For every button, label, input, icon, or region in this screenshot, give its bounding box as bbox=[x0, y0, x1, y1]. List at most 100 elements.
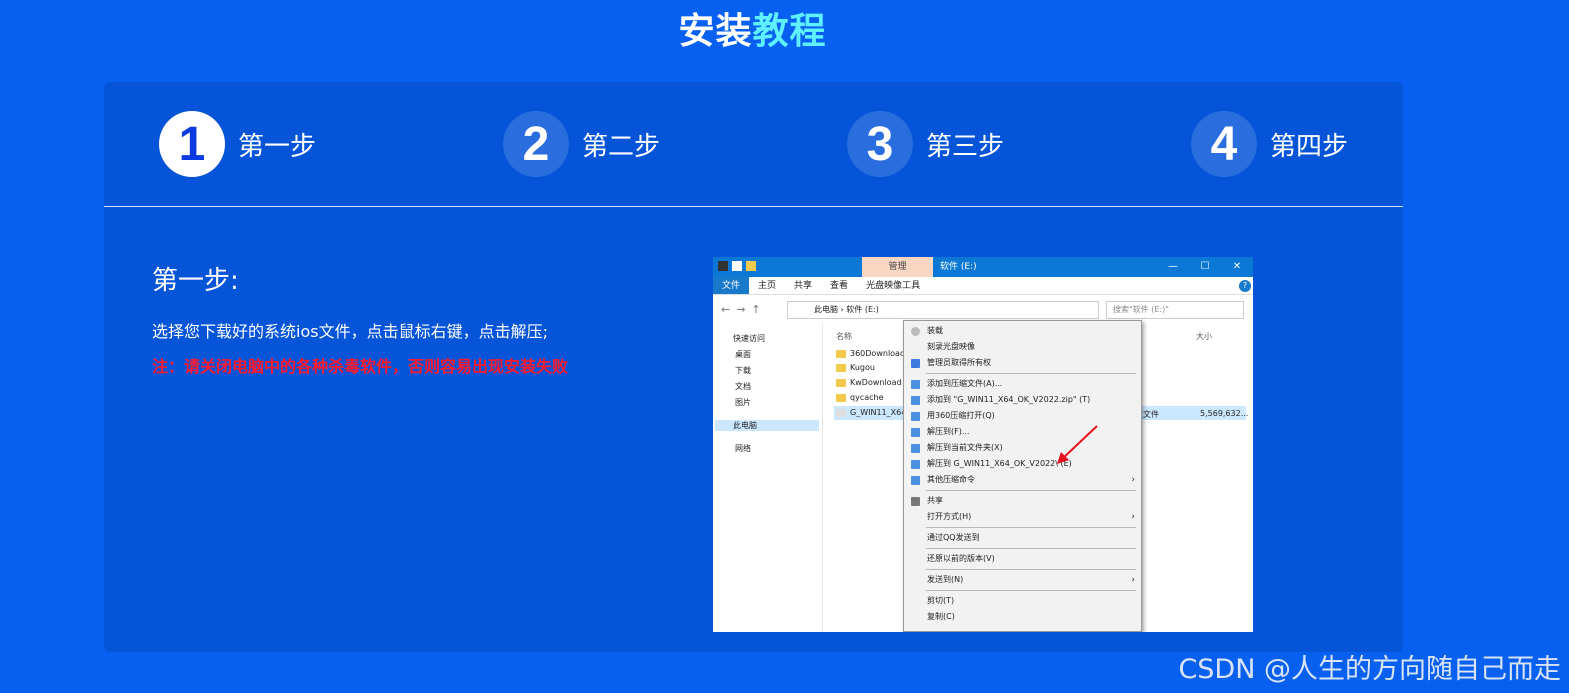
step-number-4: 4 bbox=[1191, 111, 1257, 177]
nav-desktop: 桌面 bbox=[735, 350, 751, 359]
step-number-2: 2 bbox=[503, 111, 569, 177]
properties-icon bbox=[732, 261, 742, 271]
ctx-send-qq: 通过QQ发送到 bbox=[927, 533, 980, 542]
explorer-screenshot: 管理 软件 (E:) — ☐ ✕ 文件 主页 共享 查看 光盘映像工具 ? ←→… bbox=[713, 257, 1253, 632]
ctx-mount: 装载 bbox=[904, 324, 1141, 338]
title-part-2: 教程 bbox=[752, 11, 827, 52]
minimize-icon: — bbox=[1168, 261, 1178, 272]
divider bbox=[104, 206, 1403, 207]
step-tab-1[interactable]: 1 第一步 bbox=[159, 111, 316, 177]
step-tab-3[interactable]: 3 第三步 bbox=[847, 111, 1004, 177]
ribbon-tab-share: 共享 bbox=[794, 281, 813, 291]
close-icon: ✕ bbox=[1232, 261, 1242, 272]
new-folder-icon bbox=[746, 261, 756, 271]
manage-tab: 管理 bbox=[862, 257, 933, 277]
folder-icon bbox=[836, 393, 846, 402]
file-row: 360Download bbox=[836, 349, 905, 358]
help-icon: ? bbox=[1239, 280, 1251, 292]
ctx-send-to: 发送到(N) › bbox=[927, 575, 1135, 585]
ctx-cut: 剪切(T) bbox=[927, 596, 955, 605]
step-label-2: 第二步 bbox=[582, 131, 661, 162]
nav-documents: 文档 bbox=[735, 382, 751, 391]
ctx-add-archive: 添加到压缩文件(A)... bbox=[904, 377, 1141, 391]
archive-icon bbox=[911, 444, 920, 453]
step-tab-4[interactable]: 4 第四步 bbox=[1191, 111, 1348, 177]
nav-pictures: 图片 bbox=[735, 398, 751, 407]
chevron-right-icon: › bbox=[1131, 512, 1135, 522]
menu-separator bbox=[926, 569, 1136, 570]
explorer-nav-pane: 快速访问 桌面 下载 文档 图片 此电脑 网络 bbox=[713, 323, 823, 632]
watermark: CSDN @人生的方向随自己而走 bbox=[1178, 654, 1561, 685]
archive-icon bbox=[911, 412, 920, 421]
file-name: Kugou bbox=[850, 363, 875, 372]
address-field: 此电脑 › 软件 (E:) bbox=[787, 301, 1099, 319]
ctx-restore-versions: 还原以前的版本(V) bbox=[927, 554, 995, 563]
content-description: 选择您下载好的系统ios文件，点击鼠标右键，点击解压; bbox=[152, 322, 548, 341]
steps-bar: 1 第一步 2 第二步 3 第三步 4 第四步 bbox=[104, 82, 1403, 206]
file-row: Kugou bbox=[836, 363, 875, 372]
file-name: KwDownload bbox=[850, 378, 902, 387]
file-row: KwDownload bbox=[836, 378, 902, 387]
archive-icon bbox=[911, 380, 920, 389]
search-field: 搜索"软件 (E:)" bbox=[1106, 301, 1244, 319]
file-row: qycache bbox=[836, 393, 884, 402]
menu-separator bbox=[926, 548, 1136, 549]
menu-separator bbox=[926, 490, 1136, 491]
ctx-burn: 刻录光盘映像 bbox=[927, 342, 975, 351]
explorer-ribbon: 文件 主页 共享 查看 光盘映像工具 ? bbox=[713, 277, 1253, 295]
ctx-other-commands: 其他压缩命令 › bbox=[904, 473, 1141, 487]
archive-icon bbox=[911, 460, 920, 469]
ctx-extract-folder: 解压到 G_WIN11_X64_OK_V2022\ (E) bbox=[904, 457, 1141, 471]
warning-note: 注：请关闭电脑中的各种杀毒软件，否则容易出现安装失败 bbox=[152, 357, 569, 376]
archive-icon bbox=[911, 476, 920, 485]
archive-icon bbox=[911, 428, 920, 437]
nav-network: 网络 bbox=[735, 444, 751, 453]
nav-this-pc: 此电脑 bbox=[715, 420, 819, 431]
chevron-right-icon: › bbox=[1131, 475, 1135, 485]
folder-icon bbox=[836, 378, 846, 387]
chevron-right-icon: › bbox=[1131, 575, 1135, 585]
context-menu: 装载 刻录光盘映像 管理员取得所有权 添加到压缩文件(A)... 添加到 "G_… bbox=[903, 320, 1142, 632]
window-controls: — ☐ ✕ bbox=[1157, 257, 1253, 277]
ctx-take-ownership: 管理员取得所有权 bbox=[904, 356, 1141, 370]
explorer-titlebar: 管理 软件 (E:) — ☐ ✕ bbox=[713, 257, 1253, 277]
column-size: 大小 bbox=[1196, 332, 1212, 341]
step-tab-2[interactable]: 2 第二步 bbox=[503, 111, 660, 177]
ribbon-tab-disc-tools: 光盘映像工具 bbox=[866, 281, 921, 291]
file-row: G_WIN11_X64 bbox=[836, 408, 906, 417]
nav-quick-access: 快速访问 bbox=[733, 334, 765, 343]
ribbon-tab-file: 文件 bbox=[713, 277, 750, 294]
step-label-3: 第三步 bbox=[926, 131, 1005, 162]
ctx-copy: 复制(C) bbox=[927, 612, 955, 621]
ribbon-tab-home: 主页 bbox=[758, 281, 777, 291]
ctx-open-with: 打开方式(H) › bbox=[927, 512, 1135, 522]
explorer-window-title: 软件 (E:) bbox=[940, 262, 977, 272]
column-name: 名称 bbox=[836, 332, 852, 341]
title-part-1: 安装 bbox=[678, 11, 753, 52]
ctx-extract-to: 解压到(F)... bbox=[904, 425, 1141, 439]
maximize-icon: ☐ bbox=[1200, 261, 1210, 272]
ribbon-tab-view: 查看 bbox=[830, 281, 849, 291]
file-name: G_WIN11_X64 bbox=[850, 408, 907, 417]
folder-icon bbox=[836, 363, 846, 372]
menu-separator bbox=[926, 373, 1136, 374]
ctx-open-360: 用360压缩打开(Q) bbox=[904, 409, 1141, 423]
iso-file-icon bbox=[836, 408, 846, 417]
navigation-arrows-icon: ←→↑ bbox=[721, 303, 767, 316]
step-number-3: 3 bbox=[847, 111, 913, 177]
ctx-extract-here: 解压到当前文件夹(X) bbox=[904, 441, 1141, 455]
nav-downloads: 下载 bbox=[735, 366, 751, 375]
page-title: 安装教程 bbox=[0, 2, 1505, 54]
step-number-1: 1 bbox=[159, 111, 225, 177]
content-title: 第一步: bbox=[152, 266, 239, 296]
disc-icon bbox=[911, 327, 920, 336]
folder-icon bbox=[836, 349, 846, 358]
menu-separator bbox=[926, 527, 1136, 528]
archive-icon bbox=[911, 396, 920, 405]
menu-separator bbox=[926, 590, 1136, 591]
red-arrow-annotation bbox=[1057, 425, 1098, 464]
step-label-1: 第一步 bbox=[238, 131, 317, 162]
file-name: 360Download bbox=[850, 349, 906, 358]
selected-file-size: 5,569,632... bbox=[1200, 409, 1249, 418]
ctx-share: 共享 bbox=[904, 494, 1141, 508]
